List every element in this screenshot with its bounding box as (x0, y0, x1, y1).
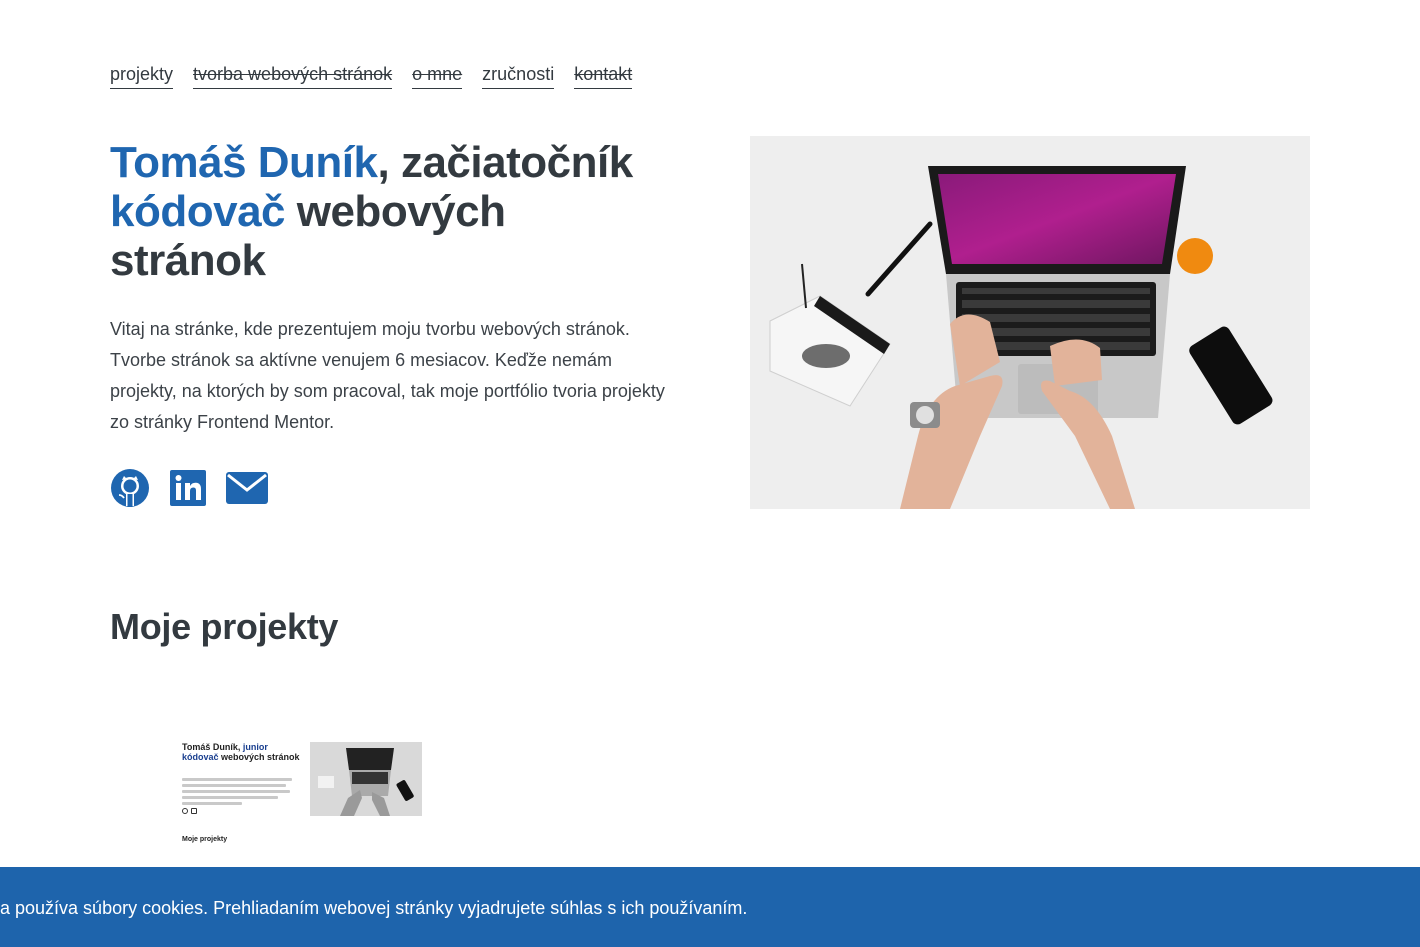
hero-title-name: Tomáš Duník (110, 138, 378, 187)
thumbnail-text-lines (182, 778, 292, 808)
thumbnail-title: Tomáš Duník, junior kódovač webových str… (182, 742, 302, 762)
email-link[interactable] (226, 472, 268, 504)
thumbnail-linkedin-icon (191, 808, 197, 814)
nav-link-projekty[interactable]: projekty (110, 62, 174, 89)
thumbnail-laptop-image (310, 742, 422, 816)
hero-intro: Vitaj na stránke, kde prezentujem moju t… (110, 319, 665, 432)
projects-heading: Moje projekty (110, 606, 339, 647)
thumbnail-github-icon (182, 808, 188, 814)
github-icon (111, 469, 149, 507)
mail-icon (226, 472, 268, 504)
thumbnail-title-rest: webových stránok (218, 752, 300, 762)
hero-title: Tomáš Duník, začiatočník kódovač webovýc… (110, 138, 670, 285)
thumbnail-title-name: Tomáš Duník, (182, 742, 243, 752)
github-link[interactable] (110, 468, 150, 508)
nav-link-zrucnosti[interactable]: zručnosti (482, 62, 555, 89)
main-nav: projekty tvorba webových stránok o mne z… (110, 62, 633, 89)
linkedin-link[interactable] (170, 470, 206, 506)
cookie-bar: a používa súbory cookies. Prehliadaním w… (0, 867, 1420, 947)
hero-image-laptop (750, 136, 1310, 509)
hero-title-accent: kódovač (110, 187, 286, 236)
cookie-text: a používa súbory cookies. Prehliadaním w… (0, 898, 748, 918)
laptop-desk-illustration (750, 136, 1310, 509)
thumbnail-social-icons (182, 808, 197, 814)
hero-title-part2: , začiatočník (377, 138, 634, 187)
nav-link-tvorba[interactable]: tvorba webových stránok (193, 62, 393, 89)
social-links (110, 468, 268, 508)
thumbnail-subheading: Moje projekty (182, 836, 228, 843)
project-thumbnail[interactable]: Tomáš Duník, junior kódovač webových str… (172, 732, 432, 872)
nav-link-o-mne[interactable]: o mne (412, 62, 463, 89)
nav-link-kontakt[interactable]: kontakt (574, 62, 633, 89)
linkedin-icon (170, 470, 206, 506)
